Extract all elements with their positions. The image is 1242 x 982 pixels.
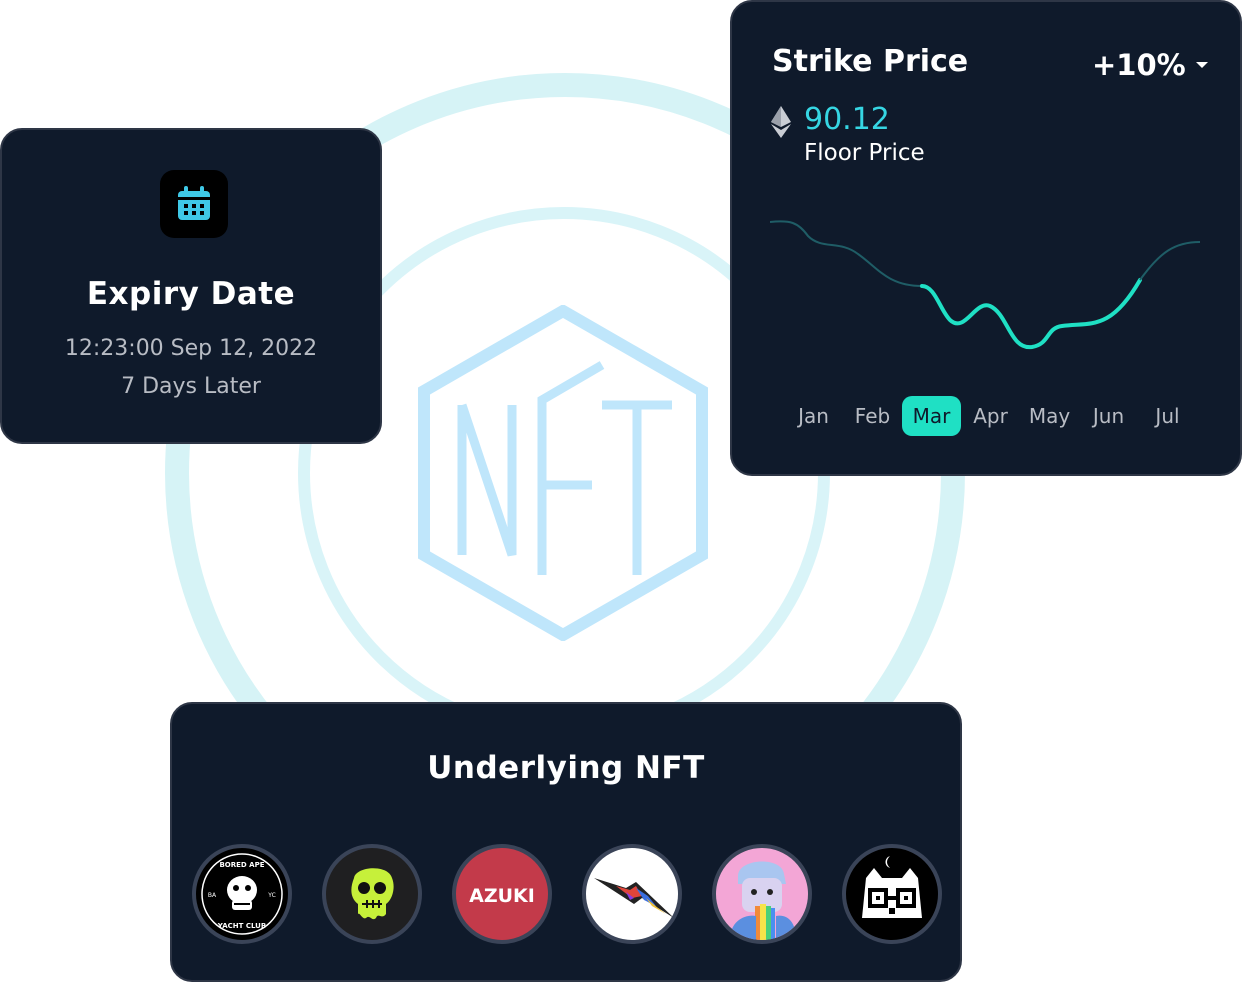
bored-ape-bottom-text: YACHT CLUB bbox=[217, 922, 266, 930]
chart-line-faded-end bbox=[1139, 241, 1201, 281]
floor-price-label: Floor Price bbox=[804, 140, 925, 166]
percent-dropdown[interactable]: +10% bbox=[1092, 48, 1208, 82]
strike-title: Strike Price bbox=[772, 44, 969, 79]
ethereum-icon bbox=[771, 106, 791, 138]
graffiti-icon bbox=[594, 878, 674, 918]
pixel-owl-avatar[interactable] bbox=[842, 844, 942, 944]
expiry-datetime: 12:23:00 Sep 12, 2022 bbox=[64, 336, 318, 361]
bored-ape-top-text: BORED APE bbox=[219, 861, 264, 869]
graffiti-nft-avatar[interactable] bbox=[582, 844, 682, 944]
underlying-nft-card: Underlying NFT BORED APE YACHT CLUB BA Y… bbox=[170, 702, 962, 982]
strike-price-card: Strike Price +10% 90.12 Floor Price Jan … bbox=[730, 0, 1242, 476]
month-jan[interactable]: Jan bbox=[784, 396, 843, 436]
azuki-logo-icon: AZUKI bbox=[469, 885, 535, 907]
azuki-avatar[interactable]: AZUKI bbox=[452, 844, 552, 944]
mutant-ape-skull-icon bbox=[351, 868, 394, 920]
month-mar[interactable]: Mar bbox=[902, 396, 961, 436]
chevron-down-icon bbox=[1195, 62, 1208, 68]
floor-price-value: 90.12 bbox=[804, 102, 890, 137]
month-may[interactable]: May bbox=[1020, 396, 1079, 436]
rainbow-punk-avatar[interactable] bbox=[712, 844, 812, 944]
percent-value: +10% bbox=[1092, 48, 1186, 82]
month-jun[interactable]: Jun bbox=[1079, 396, 1138, 436]
month-selector: Jan Feb Mar Apr May Jun Jul bbox=[784, 396, 1197, 436]
nft-hexagon-logo bbox=[418, 305, 708, 641]
azuki-logo-text: AZUKI bbox=[469, 885, 535, 907]
month-feb[interactable]: Feb bbox=[843, 396, 902, 436]
rainbow-punk-icon bbox=[730, 861, 796, 940]
bored-ape-avatar[interactable]: BORED APE YACHT CLUB BA YC bbox=[192, 844, 292, 944]
nft-collection-list: BORED APE YACHT CLUB BA YC AZUKI bbox=[192, 844, 972, 944]
chart-line-highlight bbox=[920, 278, 1142, 350]
bored-ape-right-text: YC bbox=[267, 892, 276, 899]
floor-price-line-chart bbox=[770, 220, 1201, 350]
chart-line-faded bbox=[770, 220, 923, 287]
pixel-owl-icon bbox=[862, 856, 922, 918]
calendar-icon bbox=[160, 170, 228, 238]
bored-ape-left-text: BA bbox=[208, 892, 217, 899]
month-jul[interactable]: Jul bbox=[1138, 396, 1197, 436]
underlying-nft-title: Underlying NFT bbox=[427, 750, 705, 786]
bored-ape-logo-icon: BORED APE YACHT CLUB BA YC bbox=[201, 853, 283, 935]
month-apr[interactable]: Apr bbox=[961, 396, 1020, 436]
expiry-date-card: Expiry Date 12:23:00 Sep 12, 2022 7 Days… bbox=[0, 128, 382, 444]
mutant-ape-avatar[interactable] bbox=[322, 844, 422, 944]
expiry-title: Expiry Date bbox=[86, 276, 296, 312]
expiry-relative: 7 Days Later bbox=[121, 374, 261, 399]
